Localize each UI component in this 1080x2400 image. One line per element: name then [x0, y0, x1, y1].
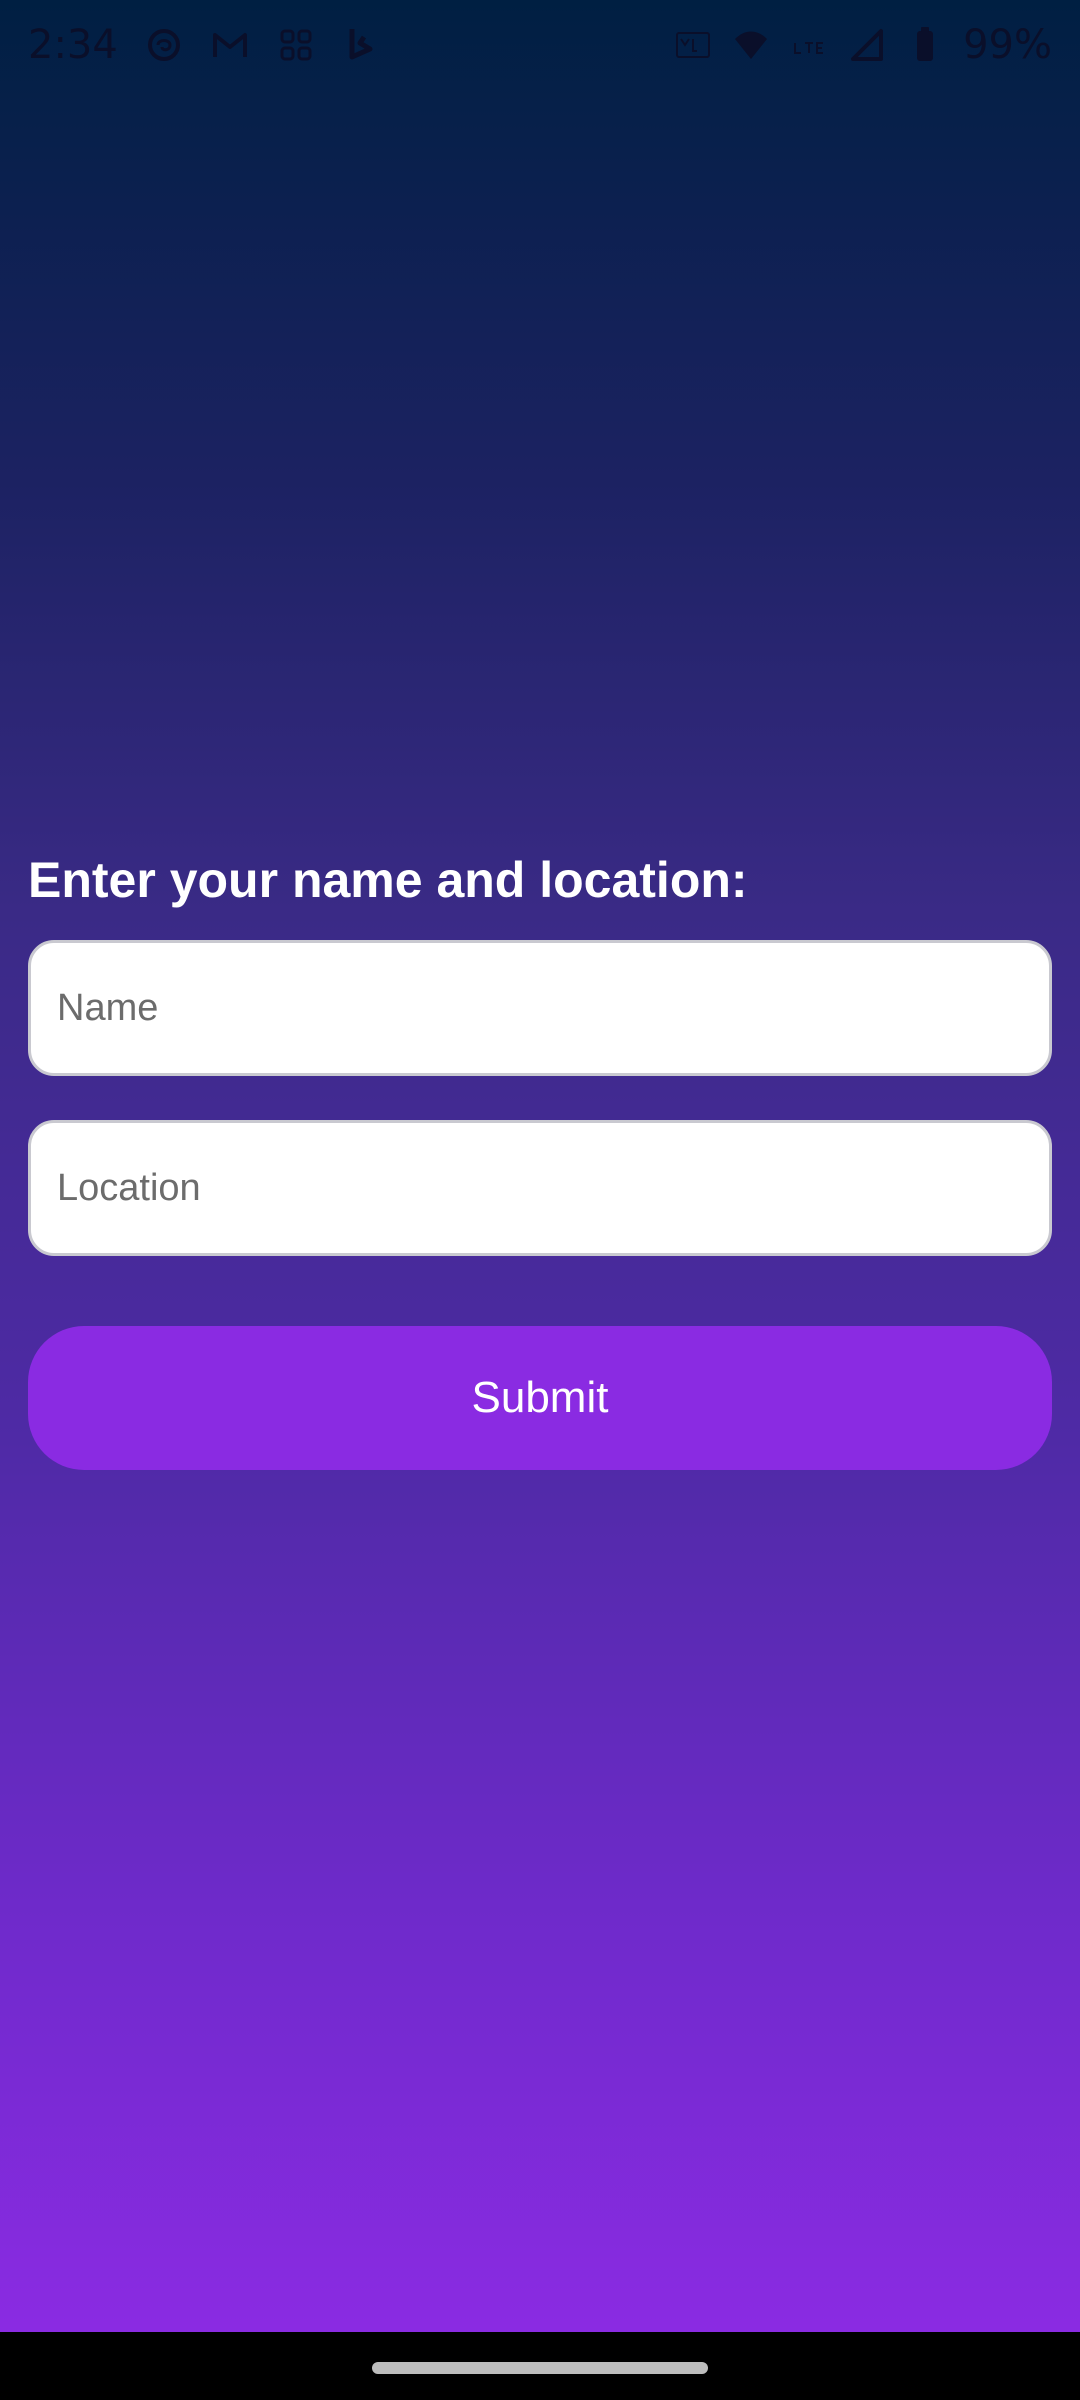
apps-grid-icon	[280, 29, 312, 61]
wifi-icon	[735, 31, 768, 59]
location-input[interactable]	[28, 1120, 1052, 1256]
form-prompt: Enter your name and location:	[28, 852, 748, 908]
name-input[interactable]	[28, 940, 1052, 1076]
volte-icon	[676, 32, 711, 58]
lte-icon	[794, 42, 824, 54]
battery-percent: 99%	[963, 22, 1052, 68]
navigation-bar	[0, 2332, 1080, 2400]
gmail-icon	[212, 33, 247, 57]
status-left: 2:34	[28, 22, 382, 68]
app-screen: 2:34 99% Enter your name and location: N…	[0, 0, 1080, 2400]
home-indicator[interactable]	[372, 2362, 708, 2374]
submit-button[interactable]: Submit	[28, 1326, 1052, 1470]
bing-icon	[349, 29, 373, 60]
entry-form: Enter your name and location: Submit	[28, 850, 1052, 1470]
status-bar: 2:34 99%	[0, 0, 1080, 100]
signal-icon	[851, 29, 884, 61]
threads-icon	[147, 29, 180, 61]
status-time: 2:34	[28, 22, 118, 68]
battery-icon	[917, 27, 934, 61]
status-right: 99%	[673, 22, 1052, 68]
